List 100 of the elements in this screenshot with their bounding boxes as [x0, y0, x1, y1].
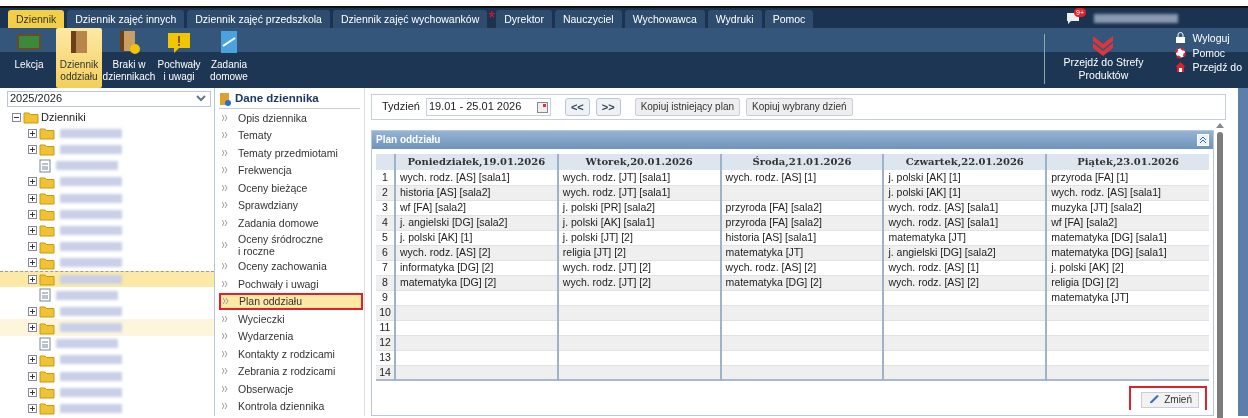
lesson-number: 5: [376, 230, 395, 245]
folder-icon: [39, 126, 55, 141]
previous-week-button[interactable]: <<: [564, 98, 590, 116]
document-icon: [39, 158, 51, 173]
folder-icon: [39, 191, 55, 206]
redacted-label: [60, 258, 122, 268]
menu-item[interactable]: Tematy przedmiotami: [219, 144, 363, 162]
toolbar-button[interactable]: Zadania domowe: [206, 28, 252, 88]
menu-item[interactable]: Kontakty z rodzicami: [219, 345, 363, 363]
double-chevron-icon: [222, 132, 228, 139]
menu-tab[interactable]: Dziennik zajęć przedszkola: [187, 10, 330, 28]
menu-item[interactable]: Obserwacje: [219, 380, 363, 398]
double-chevron-icon: [222, 280, 228, 287]
double-chevron-icon: [222, 385, 228, 392]
expand-icon: [28, 355, 37, 365]
lesson-number: 3: [376, 200, 395, 215]
menu-item[interactable]: Oceny śródroczne i roczne: [219, 231, 363, 258]
column-header: Poniedziałek,19.01.2026: [395, 154, 558, 170]
column-header: Środa,21.01.2026: [720, 154, 884, 170]
year-select[interactable]: 2025/2026: [7, 91, 211, 107]
next-week-button[interactable]: >>: [595, 98, 621, 116]
collapse-icon: [12, 112, 21, 122]
menu-tab[interactable]: Wychowawca: [624, 10, 705, 28]
house-icon: [1175, 61, 1187, 74]
calendar-icon: [536, 101, 548, 113]
double-chevron-icon: [222, 333, 228, 340]
folder-icon: [39, 369, 55, 384]
double-chevron-icon: [222, 315, 228, 322]
redacted-label: [60, 177, 122, 187]
folder-icon: [39, 320, 55, 335]
double-chevron-icon: [222, 219, 228, 226]
expand-icon: [28, 258, 37, 268]
folder-icon: [23, 110, 39, 125]
double-chevron-icon: [222, 149, 228, 156]
document-icon: [39, 288, 51, 303]
toolbar-button[interactable]: Pochwały i uwagi: [156, 28, 202, 88]
redacted-label: [60, 225, 122, 235]
expand-icon: [28, 242, 37, 252]
redacted-label: [60, 323, 122, 333]
top-link[interactable]: Pomoc: [1175, 46, 1242, 60]
redacted-label: [60, 209, 122, 219]
expand-icon: [28, 177, 37, 187]
top-link[interactable]: Przejdź do: [1175, 61, 1242, 74]
expand-icon: [28, 144, 37, 154]
redacted-label: [56, 339, 118, 349]
padlock-icon: [1175, 32, 1187, 45]
menu-item[interactable]: Oceny bieżące: [219, 179, 363, 197]
menu-tab[interactable]: Dziennik zajęć innych: [67, 10, 185, 28]
collapse-button[interactable]: [1197, 134, 1209, 146]
folder-icon: [39, 385, 55, 400]
menu-item[interactable]: Sprawdziany: [219, 196, 363, 214]
scrollbar-thumb[interactable]: [1217, 132, 1223, 418]
menu-item[interactable]: Frekwencja: [219, 161, 363, 179]
copy-button[interactable]: Kopiuj wybrany dzień: [746, 98, 853, 116]
top-link[interactable]: Wyloguj: [1175, 32, 1242, 45]
double-chevron-icon: [222, 263, 228, 270]
redacted-label: [60, 144, 122, 154]
lesson-number: 7: [376, 260, 395, 275]
menu-item[interactable]: Plan oddziału: [219, 292, 363, 310]
menu-item[interactable]: Opis dziennika: [219, 109, 363, 127]
expand-icon: [28, 306, 37, 316]
menu-item[interactable]: Wydarzenia: [219, 327, 363, 345]
menu-tab[interactable]: Dyrektor: [496, 10, 552, 28]
section-title: Dane dziennika: [235, 92, 319, 106]
menu-item[interactable]: Zadania domowe: [219, 214, 363, 232]
toolbar-button[interactable]: Lekcja: [6, 28, 52, 88]
redacted-label: [60, 128, 122, 138]
menu-item[interactable]: Wycieczki: [219, 310, 363, 328]
toolbar-button[interactable]: Dziennik oddziału: [56, 28, 102, 88]
menu-item[interactable]: Kontrola dziennika: [219, 397, 363, 415]
double-chevron-icon: [222, 241, 228, 248]
product-zone-button[interactable]: Przejdź do Strefy Produktów: [1044, 34, 1162, 84]
redacted-label: [56, 290, 118, 300]
redacted-label: [60, 387, 122, 397]
menu-item[interactable]: Pochwały i uwagi: [219, 275, 363, 293]
pencil-icon: [1148, 395, 1161, 405]
redacted-label: [56, 161, 118, 171]
menu-tab[interactable]: Dziennik: [8, 10, 65, 28]
double-chevron-icon: [222, 202, 228, 209]
menu-tab[interactable]: Dziennik zajęć wychowanków: [332, 10, 488, 28]
menu-item[interactable]: Oceny zachowania: [219, 257, 363, 275]
expand-icon: [28, 274, 37, 284]
expand-icon: [28, 193, 37, 203]
date-range-field[interactable]: 19.01 - 25.01 2026: [425, 98, 551, 116]
tree-item[interactable]: [0, 319, 214, 336]
double-chevron-icon: [222, 368, 228, 375]
menu-item[interactable]: Zebrania z rodzicami: [219, 362, 363, 380]
exclamation-bubble-icon: [165, 30, 193, 54]
double-chevron-icon: [222, 114, 228, 121]
document-icon: [39, 336, 51, 351]
menu-tab[interactable]: Wydruki: [707, 10, 762, 28]
expand-icon: [28, 371, 37, 381]
menu-tab[interactable]: Pomoc: [764, 10, 814, 28]
tree-item[interactable]: [0, 270, 214, 288]
change-button[interactable]: Zmień: [1141, 392, 1199, 408]
folder-icon: [39, 239, 55, 254]
copy-button[interactable]: Kopiuj istniejący plan: [634, 98, 741, 116]
tree-root[interactable]: Dzienniki: [0, 109, 214, 126]
menu-item[interactable]: Tematy: [219, 126, 363, 144]
menu-tab[interactable]: Nauczyciel: [554, 10, 622, 28]
